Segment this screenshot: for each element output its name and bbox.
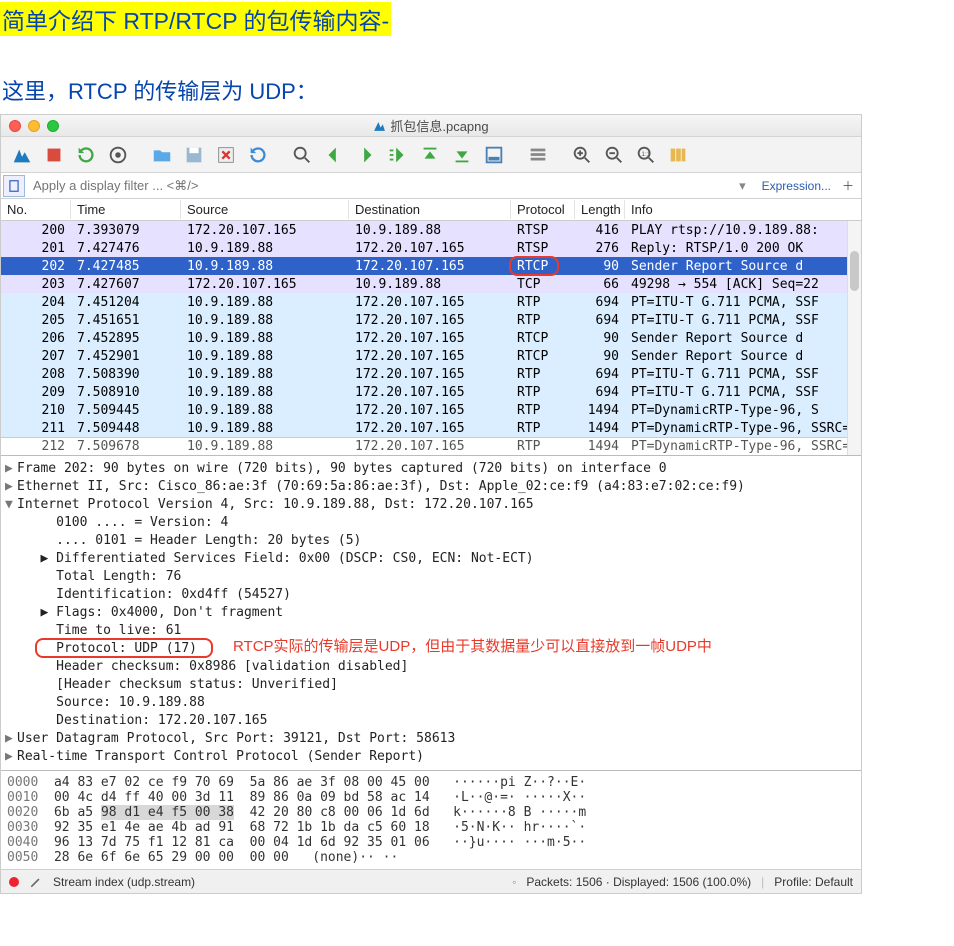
article-heading-2: 这里，RTCP 的传输层为 UDP： <box>2 74 954 106</box>
zoom-reset-button[interactable]: 1:1 <box>631 140 661 170</box>
go-forward-button[interactable] <box>351 140 381 170</box>
open-file-button[interactable] <box>147 140 177 170</box>
status-profile[interactable]: Profile: Default <box>774 875 853 889</box>
reload-button[interactable] <box>243 140 273 170</box>
table-row[interactable]: 2087.50839010.9.189.88172.20.107.165RTP6… <box>1 365 861 383</box>
filter-dropdown-icon[interactable]: ▾ <box>733 178 752 194</box>
status-bar: Stream index (udp.stream) ◦ Packets: 150… <box>1 869 861 893</box>
col-destination[interactable]: Destination <box>349 200 511 219</box>
restart-capture-button[interactable] <box>71 140 101 170</box>
table-row[interactable]: 2007.393079172.20.107.16510.9.189.88RTSP… <box>1 221 861 239</box>
expert-info-icon[interactable] <box>9 877 19 887</box>
bookmark-filter-icon[interactable] <box>3 175 25 197</box>
table-row[interactable]: 2067.45289510.9.189.88172.20.107.165RTCP… <box>1 329 861 347</box>
capture-options-button[interactable] <box>103 140 133 170</box>
go-to-packet-button[interactable] <box>383 140 413 170</box>
hex-line[interactable]: 0050 28 6e 6f 6e 65 29 00 00 00 00 (none… <box>7 850 855 865</box>
detail-line[interactable]: Source: 10.9.189.88 <box>5 694 861 712</box>
hex-line[interactable]: 0000 a4 83 e7 02 ce f9 70 69 5a 86 ae 3f… <box>7 775 855 790</box>
table-row[interactable]: 2057.45165110.9.189.88172.20.107.165RTP6… <box>1 311 861 329</box>
go-back-button[interactable] <box>319 140 349 170</box>
go-first-button[interactable] <box>415 140 445 170</box>
auto-scroll-button[interactable] <box>479 140 509 170</box>
resize-columns-button[interactable] <box>663 140 693 170</box>
detail-line[interactable]: [Header checksum status: Unverified] <box>5 676 861 694</box>
col-source[interactable]: Source <box>181 200 349 219</box>
table-row[interactable]: 2027.42748510.9.189.88172.20.107.165RTCP… <box>1 257 861 275</box>
col-length[interactable]: Length <box>575 200 625 219</box>
detail-line[interactable]: .... 0101 = Header Length: 20 bytes (5) <box>5 532 861 550</box>
table-row[interactable]: 2127.50967810.9.189.88172.20.107.165RTP1… <box>1 437 861 455</box>
svg-text:1:1: 1:1 <box>641 150 650 157</box>
detail-line[interactable]: ▶ User Datagram Protocol, Src Port: 3912… <box>5 730 861 748</box>
hex-line[interactable]: 0040 96 13 7d 75 f1 12 81 ca 00 04 1d 6d… <box>7 835 855 850</box>
stop-capture-button[interactable] <box>39 140 69 170</box>
wireshark-fin-icon <box>373 118 386 133</box>
expression-button[interactable]: Expression... <box>756 177 837 195</box>
table-row[interactable]: 2047.45120410.9.189.88172.20.107.165RTP6… <box>1 293 861 311</box>
table-row[interactable]: 2097.50891010.9.189.88172.20.107.165RTP6… <box>1 383 861 401</box>
detail-line[interactable]: ▼ Internet Protocol Version 4, Src: 10.9… <box>5 496 861 514</box>
status-left: Stream index (udp.stream) <box>53 875 195 889</box>
save-file-button[interactable] <box>179 140 209 170</box>
detail-line[interactable]: ▶ Ethernet II, Src: Cisco_86:ae:3f (70:6… <box>5 478 861 496</box>
detail-line[interactable]: Header checksum: 0x8986 [validation disa… <box>5 658 861 676</box>
detail-line[interactable]: Total Length: 76 <box>5 568 861 586</box>
packet-details-pane[interactable]: ▶ Frame 202: 90 bytes on wire (720 bits)… <box>1 455 861 771</box>
col-protocol[interactable]: Protocol <box>511 200 575 219</box>
hex-line[interactable]: 0020 6b a5 98 d1 e4 f5 00 38 42 20 80 c8… <box>7 805 855 820</box>
detail-line[interactable]: ▶ Frame 202: 90 bytes on wire (720 bits)… <box>5 460 861 478</box>
detail-line[interactable]: Destination: 172.20.107.165 <box>5 712 861 730</box>
table-row[interactable]: 2107.50944510.9.189.88172.20.107.165RTP1… <box>1 401 861 419</box>
status-packets: Packets: 1506 · Displayed: 1506 (100.0%) <box>526 875 751 889</box>
go-last-button[interactable] <box>447 140 477 170</box>
display-filter-input[interactable] <box>27 175 733 196</box>
table-row[interactable]: 2017.42747610.9.189.88172.20.107.165RTSP… <box>1 239 861 257</box>
zoom-out-button[interactable] <box>599 140 629 170</box>
annotation-text: RTCP实际的传输层是UDP，但由于其数据量少可以直接放到一帧UDP中 <box>233 638 712 656</box>
detail-line[interactable]: 0100 .... = Version: 4 <box>5 514 861 532</box>
packet-bytes-pane[interactable]: 0000 a4 83 e7 02 ce f9 70 69 5a 86 ae 3f… <box>1 771 861 869</box>
article-heading-1: 简单介绍下 RTP/RTCP 的包传输内容- <box>0 2 391 36</box>
hex-line[interactable]: 0030 92 35 e1 4e ae 4b ad 91 68 72 1b 1b… <box>7 820 855 835</box>
table-row[interactable]: 2077.45290110.9.189.88172.20.107.165RTCP… <box>1 347 861 365</box>
colorize-button[interactable] <box>523 140 553 170</box>
close-file-button[interactable] <box>211 140 241 170</box>
table-row[interactable]: 2117.50944810.9.189.88172.20.107.165RTP1… <box>1 419 861 437</box>
window-titlebar: 抓包信息.pcapng <box>1 115 861 137</box>
start-capture-button[interactable] <box>7 140 37 170</box>
packet-list-header[interactable]: No. Time Source Destination Protocol Len… <box>1 199 861 221</box>
col-no[interactable]: No. <box>1 200 71 219</box>
window-title: 抓包信息.pcapng <box>390 116 488 135</box>
display-filter-bar: ▾ Expression... ＋ <box>1 173 861 199</box>
packet-list[interactable]: 2007.393079172.20.107.16510.9.189.88RTSP… <box>1 221 861 455</box>
packet-list-scrollbar[interactable] <box>847 221 861 455</box>
detail-line[interactable]: ▶ Differentiated Services Field: 0x00 (D… <box>5 550 861 568</box>
detail-line[interactable]: ▶ Real-time Transport Control Protocol (… <box>5 748 861 766</box>
hex-line[interactable]: 0010 00 4c d4 ff 40 00 3d 11 89 86 0a 09… <box>7 790 855 805</box>
table-row[interactable]: 2037.427607172.20.107.16510.9.189.88TCP6… <box>1 275 861 293</box>
wireshark-window: 抓包信息.pcapng 1:1 ▾ E <box>0 114 862 894</box>
find-packet-button[interactable] <box>287 140 317 170</box>
detail-line[interactable]: Identification: 0xd4ff (54527) <box>5 586 861 604</box>
status-bullet-icon: ◦ <box>512 875 516 889</box>
col-info[interactable]: Info <box>625 200 861 219</box>
add-filter-button[interactable]: ＋ <box>839 177 857 194</box>
col-time[interactable]: Time <box>71 200 181 219</box>
main-toolbar: 1:1 <box>1 137 861 173</box>
zoom-in-button[interactable] <box>567 140 597 170</box>
detail-line[interactable]: ▶ Flags: 0x4000, Don't fragment <box>5 604 861 622</box>
edit-icon[interactable] <box>29 874 43 889</box>
